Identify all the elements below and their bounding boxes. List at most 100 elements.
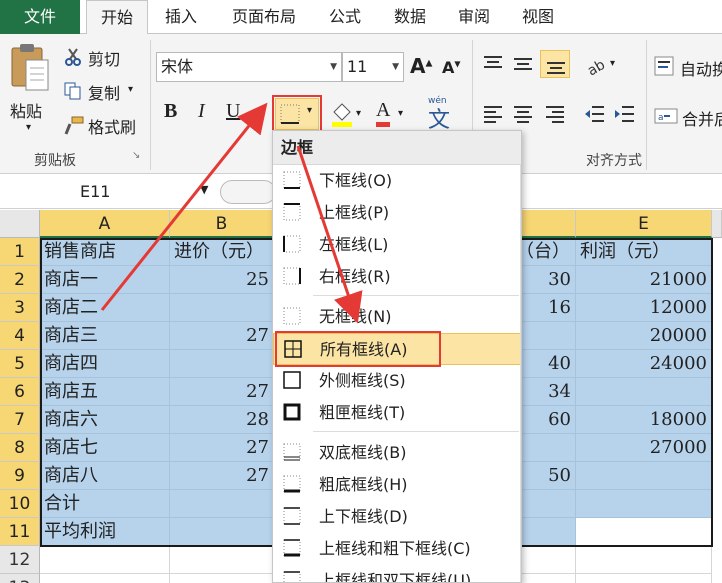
menu-item-thick-bottom-border[interactable]: 粗底框线(H) <box>273 469 521 501</box>
font-color-dropdown-icon[interactable]: ▾ <box>398 108 403 119</box>
cell-b[interactable] <box>170 490 274 518</box>
name-box-dropdown-icon[interactable]: ▼ <box>200 183 208 196</box>
cell-e[interactable] <box>576 518 712 546</box>
tab-page-layout[interactable]: 页面布局 <box>216 0 312 34</box>
align-center-icon[interactable] <box>512 104 534 124</box>
copy-dropdown-icon[interactable]: ▾ <box>128 84 133 95</box>
cell-b[interactable] <box>170 574 274 583</box>
align-left-icon[interactable] <box>482 104 504 124</box>
menu-item-bottom-border[interactable]: 下框线(O) <box>273 165 521 197</box>
cell-a[interactable]: 商店四 <box>40 350 170 378</box>
cell-a[interactable] <box>40 546 170 574</box>
cell-e[interactable] <box>576 490 712 518</box>
menu-item-no-border[interactable]: 无框线(N) <box>273 301 521 333</box>
increase-indent-icon[interactable] <box>614 104 636 124</box>
fill-color-dropdown-icon[interactable]: ▾ <box>356 108 361 119</box>
row-header[interactable]: 8 <box>0 434 40 462</box>
cell-e[interactable] <box>576 574 712 583</box>
font-name-combo[interactable]: 宋体 ▼ <box>156 52 342 82</box>
row-header[interactable]: 6 <box>0 378 40 406</box>
orientation-dropdown-icon[interactable]: ▾ <box>610 58 615 69</box>
paste-dropdown-icon[interactable]: ▾ <box>26 122 31 133</box>
cell-a[interactable]: 商店八 <box>40 462 170 490</box>
clipboard-launcher-icon[interactable]: ↘ <box>132 150 140 161</box>
cell-a[interactable]: 商店一 <box>40 266 170 294</box>
cell-e[interactable] <box>576 546 712 574</box>
align-bottom-button[interactable] <box>540 50 570 78</box>
cell-a[interactable]: 商店五 <box>40 378 170 406</box>
menu-item-left-border[interactable]: 左框线(L) <box>273 229 521 261</box>
cell-a[interactable]: 合计 <box>40 490 170 518</box>
italic-button[interactable]: I <box>198 100 205 123</box>
cell-e[interactable]: 20000 <box>576 322 712 350</box>
cell-b[interactable] <box>170 518 274 546</box>
row-header[interactable]: 4 <box>0 322 40 350</box>
align-right-icon[interactable] <box>544 104 566 124</box>
row-header[interactable]: 12 <box>0 546 40 574</box>
column-header-e[interactable]: E <box>576 210 712 238</box>
cell-a[interactable]: 商店三 <box>40 322 170 350</box>
underline-button[interactable]: U <box>226 100 240 123</box>
tab-home[interactable]: 开始 <box>86 0 148 35</box>
cell-a[interactable]: 商店七 <box>40 434 170 462</box>
cell-e[interactable]: 18000 <box>576 406 712 434</box>
cell-b[interactable] <box>170 350 274 378</box>
cell-e[interactable]: 利润（元） <box>576 238 712 266</box>
grow-font-icon[interactable]: A▲ <box>410 54 432 78</box>
cell-e[interactable]: 24000 <box>576 350 712 378</box>
cell-b[interactable]: 27 <box>170 462 274 490</box>
decrease-indent-icon[interactable] <box>584 104 606 124</box>
align-middle-icon[interactable] <box>512 54 534 74</box>
chevron-down-icon[interactable]: ▼ <box>392 53 399 81</box>
row-header[interactable]: 1 <box>0 238 40 266</box>
menu-item-thick-box-border[interactable]: 粗匣框线(T) <box>273 397 521 429</box>
cell-b[interactable] <box>170 546 274 574</box>
cell-a[interactable] <box>40 574 170 583</box>
cut-button[interactable]: 剪切 <box>64 46 134 70</box>
row-header[interactable]: 5 <box>0 350 40 378</box>
merge-center-button[interactable]: a 合并后 <box>652 104 722 130</box>
row-header[interactable]: 11 <box>0 518 40 546</box>
tab-data[interactable]: 数据 <box>380 0 440 34</box>
row-header[interactable]: 10 <box>0 490 40 518</box>
wrap-text-button[interactable]: 自动换 <box>652 54 722 80</box>
cell-e[interactable] <box>576 378 712 406</box>
cell-b[interactable]: 28 <box>170 406 274 434</box>
font-color-button[interactable]: A <box>376 98 391 127</box>
row-header[interactable]: 3 <box>0 294 40 322</box>
select-all-corner[interactable] <box>0 210 40 238</box>
cell-b[interactable]: 25 <box>170 266 274 294</box>
cell-e[interactable]: 21000 <box>576 266 712 294</box>
shrink-font-icon[interactable]: A▼ <box>442 58 461 77</box>
cell-b[interactable]: 27 <box>170 434 274 462</box>
column-header-a[interactable]: A <box>40 210 170 238</box>
cell-e[interactable]: 12000 <box>576 294 712 322</box>
font-size-combo[interactable]: 11 ▼ <box>342 52 404 82</box>
row-header[interactable]: 13 <box>0 574 40 583</box>
tab-review[interactable]: 审阅 <box>444 0 504 34</box>
cell-b[interactable] <box>170 294 274 322</box>
menu-item-bottom-double-border[interactable]: 双底框线(B) <box>273 437 521 469</box>
menu-item-top-double-bottom-border[interactable]: 上框线和双下框线(U) <box>273 565 521 582</box>
cell-e[interactable]: 27000 <box>576 434 712 462</box>
tab-insert[interactable]: 插入 <box>152 0 210 34</box>
row-header[interactable]: 9 <box>0 462 40 490</box>
orientation-icon[interactable]: ab <box>584 54 608 76</box>
menu-item-top-border[interactable]: 上框线(P) <box>273 197 521 229</box>
menu-scrollbar[interactable] <box>520 165 521 582</box>
chevron-down-icon[interactable]: ▼ <box>330 53 337 81</box>
tab-formulas[interactable]: 公式 <box>316 0 374 34</box>
cell-a[interactable]: 商店二 <box>40 294 170 322</box>
menu-item-outside-borders[interactable]: 外侧框线(S) <box>273 365 521 397</box>
cell-a[interactable]: 销售商店 <box>40 238 170 266</box>
formula-bar-splitter[interactable] <box>220 180 276 204</box>
tab-view[interactable]: 视图 <box>508 0 568 34</box>
copy-button[interactable]: 复制 ▾ <box>64 80 144 104</box>
cell-e[interactable] <box>576 462 712 490</box>
fill-color-icon[interactable] <box>330 100 354 128</box>
row-header[interactable]: 7 <box>0 406 40 434</box>
cell-b[interactable]: 27 <box>170 322 274 350</box>
tab-file[interactable]: 文件 <box>0 0 80 34</box>
menu-item-top-bottom-border[interactable]: 上下框线(D) <box>273 501 521 533</box>
align-top-icon[interactable] <box>482 54 504 74</box>
